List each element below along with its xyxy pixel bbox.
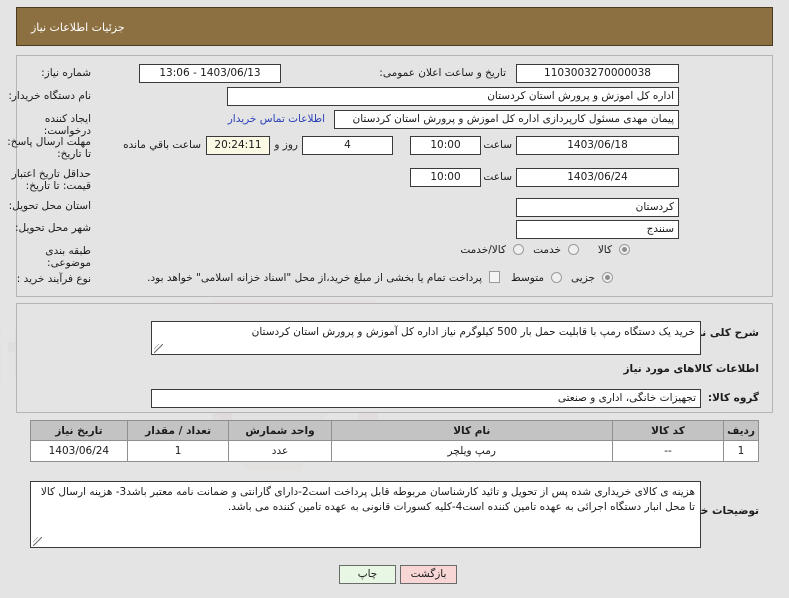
label-deadline-hour: ساعت	[483, 139, 512, 151]
resize-grip-icon-notes[interactable]	[33, 537, 42, 546]
label-buyer-org: نام دستگاه خریدار:	[8, 90, 91, 102]
checkbox-islamic-treasury[interactable]	[489, 271, 500, 283]
table-header-row: ردیف کد کالا نام کالا واحد شمارش تعداد /…	[30, 420, 759, 441]
label-city: شهر محل تحویل:	[15, 222, 91, 234]
field-buyer-notes[interactable]: هزینه ی کالای خریداری شده پس از تحویل و …	[30, 481, 701, 548]
label-goods-group: گروه کالا:	[707, 392, 759, 404]
label-requester: ایجاد کننده درخواست:	[43, 113, 91, 137]
goods-table: ردیف کد کالا نام کالا واحد شمارش تعداد /…	[30, 420, 759, 462]
cell-name: رمپ ویلچر	[330, 440, 613, 462]
cell-qty: 1	[126, 440, 230, 462]
label-price-validity: حداقل تاریخ اعتبار قیمت: تا تاریخ:	[11, 168, 91, 192]
label-response-deadline: مهلت ارسال پاسخ: تا تاریخ:	[7, 136, 91, 160]
label-classification-both: کالا/خدمت	[460, 244, 506, 256]
radio-classification-khedmat[interactable]	[568, 244, 579, 255]
field-goods-group[interactable]: تجهیزات خانگی، اداری و صنعتی	[151, 389, 701, 408]
page-root: iritender .net جزئیات اطلاعات نیاز شماره…	[0, 0, 789, 598]
label-classification-khedmat: خدمت	[533, 244, 561, 256]
radio-process-jozei[interactable]	[602, 272, 613, 283]
th-row: ردیف	[723, 420, 759, 441]
label-classification-kala: کالا	[597, 244, 612, 256]
th-name: نام کالا	[330, 420, 613, 441]
cell-row: 1	[723, 440, 759, 462]
cell-need-date: 1403/06/24	[30, 440, 128, 462]
radio-process-motavaset[interactable]	[551, 272, 562, 283]
buyer-contact-link[interactable]: اطلاعات تماس خریدار	[228, 110, 325, 129]
resize-grip-icon[interactable]	[154, 344, 163, 353]
print-button[interactable]: چاپ	[339, 565, 396, 584]
field-time-remaining: 20:24:11	[206, 136, 270, 155]
goods-section-heading: اطلاعات کالاهای مورد نیاز	[623, 363, 759, 375]
label-islamic-treasury: پرداخت تمام یا بخشی از مبلغ خرید،از محل …	[147, 272, 482, 284]
label-announce-datetime: تاریخ و ساعت اعلان عمومی:	[379, 67, 506, 79]
field-response-deadline-date[interactable]: 1403/06/18	[516, 136, 679, 155]
field-buyer-org[interactable]: اداره کل اموزش و پرورش استان کردستان	[227, 87, 679, 106]
field-requester[interactable]: پیمان مهدی مسئول کارپردازی اداره کل اموز…	[334, 110, 679, 129]
table-row[interactable]: 1 -- رمپ ویلچر عدد 1 1403/06/24	[30, 440, 759, 462]
label-need-number: شماره نیاز:	[41, 67, 91, 79]
label-province: استان محل تحویل:	[8, 200, 91, 212]
field-days-remaining: 4	[302, 136, 393, 155]
cell-code: --	[611, 440, 725, 462]
th-code: کد کالا	[611, 420, 725, 441]
general-description-text: خرید یک دستگاه رمپ با قابلیت حمل بار 500…	[251, 326, 695, 338]
cell-unit: عدد	[228, 440, 332, 462]
page-title-bar: جزئیات اطلاعات نیاز	[16, 7, 773, 46]
label-price-validity-hour: ساعت	[483, 171, 512, 183]
label-process-jozei: جزیی	[571, 272, 595, 284]
field-province[interactable]: کردستان	[516, 198, 679, 217]
field-price-validity-date[interactable]: 1403/06/24	[516, 168, 679, 187]
back-button[interactable]: بازگشت	[400, 565, 457, 584]
th-qty: تعداد / مقدار	[126, 420, 230, 441]
label-process-type: نوع فرآیند خرید :	[16, 273, 91, 285]
buyer-notes-text: هزینه ی کالای خریداری شده پس از تحویل و …	[40, 486, 695, 513]
field-price-validity-time[interactable]: 10:00	[410, 168, 481, 187]
label-process-motavaset: متوسط	[511, 272, 544, 284]
th-need-date: تاریخ نیاز	[30, 420, 128, 441]
radio-classification-both[interactable]	[513, 244, 524, 255]
label-remaining-suffix: ساعت باقي مانده	[123, 139, 201, 151]
field-city[interactable]: سنندج	[516, 220, 679, 239]
field-response-deadline-time[interactable]: 10:00	[410, 136, 481, 155]
label-classification: طبقه بندی موضوعی:	[45, 245, 91, 269]
th-unit: واحد شمارش	[228, 420, 332, 441]
radio-classification-kala[interactable]	[619, 244, 630, 255]
page-title: جزئیات اطلاعات نیاز	[31, 21, 125, 34]
field-announce-datetime[interactable]: 1403/06/13 - 13:06	[139, 64, 281, 83]
field-need-number[interactable]: 1103003270000038	[516, 64, 679, 83]
label-days: روز و	[274, 139, 298, 151]
field-general-description[interactable]: خرید یک دستگاه رمپ با قابلیت حمل بار 500…	[151, 321, 701, 355]
